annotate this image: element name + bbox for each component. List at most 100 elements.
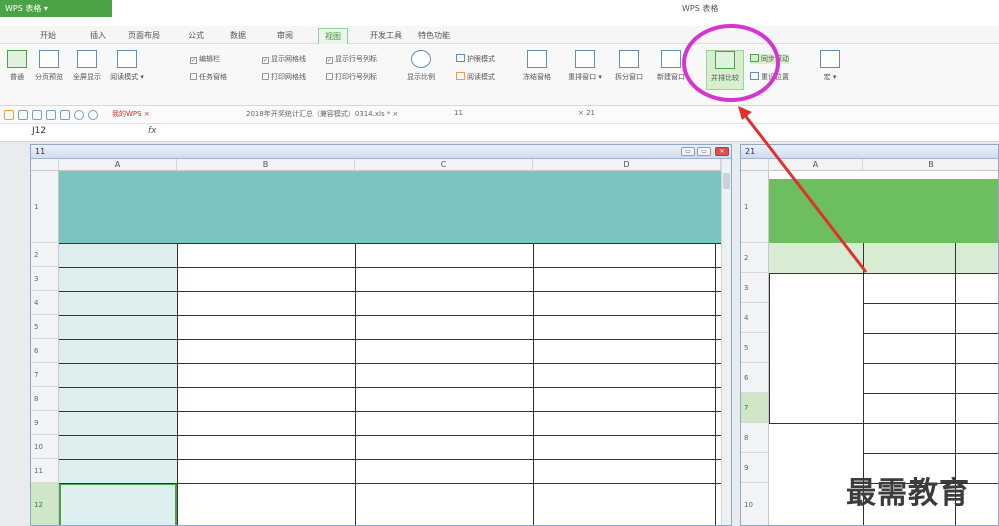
macro-button[interactable]: 宏 ▾ (816, 50, 844, 90)
row-header[interactable]: 6 (31, 339, 59, 363)
folder-icon[interactable] (4, 110, 14, 120)
menu-item-data[interactable]: 数据 (230, 30, 246, 41)
check-icon: ✓ (262, 57, 269, 64)
menu-item-review[interactable]: 审阅 (277, 30, 293, 41)
grid-line (715, 243, 716, 525)
merged-header-cell[interactable] (769, 179, 998, 243)
copy-icon[interactable] (60, 110, 70, 120)
checkbox-label: 打印网格线 (271, 73, 306, 81)
row-header[interactable]: 1 (741, 171, 769, 243)
freeze-panes-button[interactable]: 冻结窗格 (520, 50, 554, 90)
close-button[interactable]: ✕ (715, 147, 729, 156)
row-header[interactable]: 8 (741, 423, 769, 453)
checkbox-show-gridlines[interactable]: ✓ 显示网格线 (262, 54, 306, 64)
undo-icon[interactable] (74, 110, 84, 120)
preview-icon[interactable] (46, 110, 56, 120)
tab-2018-stats[interactable]: 2018年开奖统计汇总（兼容模式）0314.xls * × (246, 109, 398, 119)
reading-mode-small-button[interactable]: 阅读模式 (456, 72, 495, 82)
grid-line (59, 411, 721, 412)
spreadsheet-window-11[interactable]: 11 ▭ ▭ ✕ A B C D 1 2 3 4 5 6 7 8 9 10 11… (30, 144, 732, 526)
column-header-a[interactable]: A (59, 159, 177, 171)
grid-line (59, 243, 721, 244)
print-icon[interactable] (32, 110, 42, 120)
app-menu-button[interactable]: WPS 表格 ▾ (0, 0, 112, 17)
active-cell[interactable] (59, 483, 177, 525)
formula-bar: J12 fx (0, 124, 999, 142)
tab-21[interactable]: × 21 (578, 109, 595, 117)
zoom-button[interactable]: 显示比例 (404, 50, 438, 90)
column-header-c[interactable]: C (355, 159, 533, 171)
row-header[interactable]: 11 (31, 459, 59, 483)
row-header[interactable]: 10 (31, 435, 59, 459)
row-header[interactable]: 4 (741, 303, 769, 333)
row-header[interactable]: 10 (741, 483, 769, 525)
row-header-selected[interactable]: 12 (31, 483, 59, 525)
tab-11[interactable]: 11 (454, 109, 463, 117)
row-header[interactable]: 5 (741, 333, 769, 363)
checkbox-print-gridlines[interactable]: 打印网格线 (262, 72, 306, 82)
restore-button[interactable]: ▭ (697, 147, 711, 156)
row-header[interactable]: 8 (31, 387, 59, 411)
menu-item-formula[interactable]: 公式 (188, 30, 204, 41)
row-header[interactable]: 4 (31, 291, 59, 315)
arrange-windows-button[interactable]: 重排窗口 ▾ (564, 50, 606, 90)
fx-icon[interactable]: fx (148, 126, 157, 136)
side-by-side-button[interactable]: 并排比较 (706, 50, 744, 90)
grid-line (177, 243, 178, 525)
vertical-scrollbar[interactable] (721, 159, 731, 525)
select-all-corner[interactable] (31, 159, 59, 171)
check-icon: ✓ (190, 57, 197, 64)
row-header[interactable]: 7 (31, 363, 59, 387)
eye-protection-button[interactable]: 护眼模式 (456, 54, 495, 64)
row-header[interactable]: 6 (741, 363, 769, 393)
new-window-button[interactable]: 新建窗口 (654, 50, 688, 90)
merged-header-cell[interactable] (59, 171, 721, 243)
menu-item-page-layout[interactable]: 页面布局 (128, 30, 160, 41)
checkbox-label: 任务窗格 (199, 73, 227, 81)
grid-line (59, 435, 721, 436)
checkbox-show-headers[interactable]: ✓ 显示行号列标 (326, 54, 377, 64)
row-header[interactable]: 3 (741, 273, 769, 303)
column-header-b[interactable]: B (863, 159, 998, 171)
name-box[interactable]: J12 (28, 126, 128, 139)
fullscreen-button[interactable]: 全屏显示 (70, 50, 104, 90)
sync-scroll-button[interactable]: 同步滚动 (750, 54, 789, 64)
minimize-button[interactable]: ▭ (681, 147, 695, 156)
reading-mode-button[interactable]: 阅读模式 ▾ (106, 50, 148, 90)
grid-line (769, 273, 998, 274)
reset-position-label: 重设位置 (761, 73, 789, 81)
split-window-button[interactable]: 拆分窗口 (612, 50, 646, 90)
magnifier-icon (411, 50, 431, 68)
redo-icon[interactable] (88, 110, 98, 120)
row-header[interactable]: 9 (31, 411, 59, 435)
tab-my-wps[interactable]: 我的WPS × (112, 109, 150, 119)
column-header-d[interactable]: D (533, 159, 721, 171)
checkbox-label: 显示行号列标 (335, 55, 377, 63)
row-header[interactable]: 9 (741, 453, 769, 483)
row-header[interactable]: 3 (31, 267, 59, 291)
checkbox-task-pane[interactable]: 任务窗格 (190, 72, 227, 82)
subheader-row[interactable] (769, 243, 998, 273)
menu-item-home[interactable]: 开始 (40, 30, 56, 41)
menu-item-features[interactable]: 特色功能 (418, 30, 450, 41)
normal-view-button[interactable]: 普通 (6, 50, 28, 90)
reset-position-button[interactable]: 重设位置 (750, 72, 789, 82)
menu-item-view[interactable]: 视图 (318, 28, 348, 44)
select-all-corner[interactable] (741, 159, 769, 171)
row-header-selected[interactable]: 7 (741, 393, 769, 423)
menu-item-insert[interactable]: 插入 (90, 30, 106, 41)
row-header[interactable]: 2 (31, 243, 59, 267)
column-header-b[interactable]: B (177, 159, 355, 171)
column-header-a[interactable]: A (769, 159, 863, 171)
menu-item-developer[interactable]: 开发工具 (370, 30, 402, 41)
scrollbar-thumb[interactable] (723, 173, 730, 189)
grid-line (59, 291, 721, 292)
checkbox-formula-bar[interactable]: ✓ 编辑栏 (190, 54, 220, 64)
checkbox-print-headers[interactable]: 打印行号列标 (326, 72, 377, 82)
side-by-side-icon (715, 51, 735, 69)
save-icon[interactable] (18, 110, 28, 120)
row-header[interactable]: 2 (741, 243, 769, 273)
row-header[interactable]: 1 (31, 171, 59, 243)
row-header[interactable]: 5 (31, 315, 59, 339)
page-break-preview-button[interactable]: 分页预览 (32, 50, 66, 90)
